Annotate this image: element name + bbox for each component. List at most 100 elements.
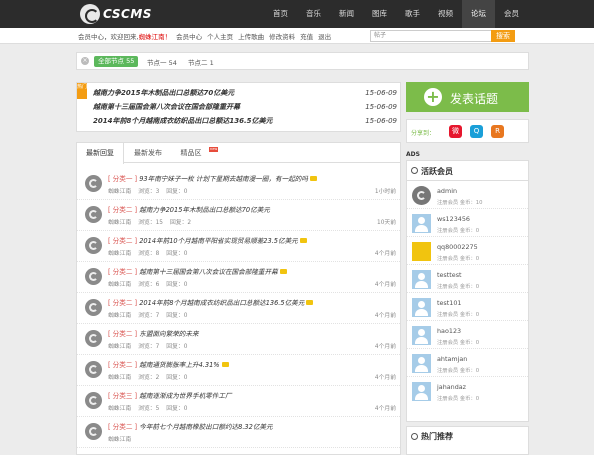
search-button[interactable]: 搜索 (491, 30, 515, 42)
member-item[interactable]: jahandaz 注册会员 金币：0 (407, 379, 528, 405)
member-name[interactable]: qq80002275 (437, 243, 478, 251)
avatar[interactable] (85, 423, 102, 440)
avatar[interactable] (412, 354, 431, 373)
site-logo[interactable]: CSCMS (80, 4, 152, 24)
member-name[interactable]: jahandaz (437, 383, 466, 391)
topic-title[interactable]: 越南逐渐成为世界手机零件工厂 (139, 392, 231, 400)
tab-featured[interactable]: 精品区 (172, 143, 210, 163)
topic-author[interactable]: 蜘蛛江南 (108, 437, 131, 443)
topic-category[interactable]: [ 分类二 ] (108, 299, 137, 307)
avatar[interactable] (85, 392, 102, 409)
avatar[interactable] (412, 214, 431, 233)
topic-author[interactable]: 蜘蛛江南 (108, 406, 131, 412)
topic-row[interactable]: [ 分类二 ] 2014年前8个月越南成衣纺织品出口总额达136.5亿美元 蜘蛛… (77, 294, 400, 324)
topic-category[interactable]: [ 分类二 ] (108, 206, 137, 214)
topic-author[interactable]: 蜘蛛江南 (108, 375, 131, 381)
topic-row[interactable]: [ 分类二 ] 东盟面向繁荣的未来 蜘蛛江南 浏览：7 回复：0 4个月前 (77, 325, 400, 355)
upload-song-link[interactable]: 上传歌曲 (238, 31, 264, 41)
nav-music[interactable]: 音乐 (297, 0, 330, 28)
news-title[interactable]: 越南第十三届国会第八次会议在国会部隆重开幕 (93, 103, 240, 111)
member-name[interactable]: ws123456 (437, 215, 470, 223)
all-nodes-button[interactable]: 全部节点 55 (94, 56, 139, 67)
topic-row[interactable]: [ 分类二 ] 越南第十三届国会第八次会议在国会部隆重开幕 蜘蛛江南 浏览：6 回复… (77, 263, 400, 293)
nav-gallery[interactable]: 图库 (363, 0, 396, 28)
topic-title[interactable]: 越南通货膨胀率上升4.31% (139, 361, 219, 369)
topic-author[interactable]: 蜘蛛江南 (108, 251, 131, 257)
topic-row[interactable]: [ 分类二 ] 越南通货膨胀率上升4.31% 蜘蛛江南 浏览：2 回复：0 4个月前 (77, 356, 400, 386)
topic-row[interactable]: [ 分类二 ] 今年前七个月越南橡胶出口额约达8.32亿美元 蜘蛛江南 (77, 418, 400, 448)
topic-category[interactable]: [ 分类一 ] (108, 175, 137, 183)
tab-latest-replies[interactable]: 最新回复 (77, 143, 124, 164)
member-item[interactable]: testtest 注册会员 金币：0 (407, 267, 528, 293)
nav-singers[interactable]: 歌手 (396, 0, 429, 28)
topic-row[interactable]: [ 分类二 ] 越南力争2015年木制品出口总额达70亿美元 蜘蛛江南 浏览：15… (77, 201, 400, 231)
qzone-icon[interactable]: Q (470, 125, 483, 138)
news-title[interactable]: 2014年前8个月越南成衣纺织品出口总额达136.5亿美元 (93, 117, 273, 125)
topic-author[interactable]: 蜘蛛江南 (108, 313, 131, 319)
avatar[interactable] (85, 237, 102, 254)
avatar[interactable] (412, 298, 431, 317)
topic-category[interactable]: [ 分类二 ] (108, 237, 137, 245)
avatar[interactable] (85, 175, 102, 192)
avatar[interactable] (85, 330, 102, 347)
topic-title[interactable]: 越南力争2015年木制品出口总额达70亿美元 (139, 206, 270, 214)
topic-title[interactable]: 93年南宁妹子一枚 计划下星期去越南漫一圈，有一起的吗 (139, 175, 308, 183)
avatar[interactable] (85, 206, 102, 223)
avatar[interactable] (85, 268, 102, 285)
topic-author[interactable]: 蜘蛛江南 (108, 220, 131, 226)
topic-title[interactable]: 今年前七个月越南橡胶出口额约达8.32亿美元 (139, 423, 272, 431)
close-icon[interactable]: × (81, 57, 89, 65)
avatar[interactable] (412, 382, 431, 401)
recharge-link[interactable]: 充值 (300, 31, 313, 41)
member-name[interactable]: admin (437, 187, 457, 195)
node-one-link[interactable]: 节点一 54 (147, 57, 177, 67)
new-topic-button[interactable]: + 发表话题 (406, 82, 529, 112)
search-input[interactable]: 帖子 (370, 30, 492, 42)
nav-video[interactable]: 视频 (429, 0, 462, 28)
member-item[interactable]: ws123456 注册会员 金币：0 (407, 211, 528, 237)
member-name[interactable]: hao123 (437, 327, 461, 335)
topic-title[interactable]: 2014年前8个月越南成衣纺织品出口总额达136.5亿美元 (139, 299, 304, 307)
news-title[interactable]: 越南力争2015年木制品出口总额达70亿美元 (93, 89, 234, 97)
nav-news[interactable]: 新闻 (330, 0, 363, 28)
username-link[interactable]: 蜘蛛江南！ (139, 31, 172, 41)
topic-author[interactable]: 蜘蛛江南 (108, 344, 131, 350)
avatar[interactable] (412, 270, 431, 289)
member-item[interactable]: test101 注册会员 金币：0 (407, 295, 528, 321)
news-item[interactable]: 越南力争2015年木制品出口总额达70亿美元 15-06-09 (93, 87, 397, 100)
member-name[interactable]: testtest (437, 271, 462, 279)
news-item[interactable]: 越南第十三届国会第八次会议在国会部隆重开幕 15-06-09 (93, 101, 397, 114)
member-center-link[interactable]: 会员中心 (176, 31, 202, 41)
weibo-icon[interactable]: 微 (449, 125, 462, 138)
avatar[interactable] (85, 299, 102, 316)
node-two-link[interactable]: 节点二 1 (188, 57, 214, 67)
member-item[interactable]: hao123 注册会员 金币：0 (407, 323, 528, 349)
logout-link[interactable]: 退出 (318, 31, 331, 41)
topic-author[interactable]: 蜘蛛江南 (108, 282, 131, 288)
topic-category[interactable]: [ 分类三 ] (108, 392, 137, 400)
topic-category[interactable]: [ 分类二 ] (108, 268, 137, 276)
member-name[interactable]: test101 (437, 299, 461, 307)
member-item[interactable]: admin 注册会员 金币：10 (407, 183, 528, 209)
member-name[interactable]: ahtamjan (437, 355, 467, 363)
tab-latest-posts[interactable]: 最新发布 (127, 143, 169, 163)
nav-forum[interactable]: 论坛 (462, 0, 495, 28)
topic-row[interactable]: [ 分类一 ] 93年南宁妹子一枚 计划下星期去越南漫一圈，有一起的吗 蜘蛛江南… (77, 170, 400, 200)
news-item[interactable]: 2014年前8个月越南成衣纺织品出口总额达136.5亿美元 15-06-09 (93, 115, 397, 128)
topic-title[interactable]: 东盟面向繁荣的未来 (139, 330, 198, 338)
topic-title[interactable]: 2014年前10个月越南平阳省实现贸易顺差23.5亿美元 (139, 237, 298, 245)
avatar[interactable] (412, 242, 431, 261)
edit-profile-link[interactable]: 修改资料 (269, 31, 295, 41)
nav-members[interactable]: 会员 (495, 0, 528, 28)
nav-home[interactable]: 首页 (264, 0, 297, 28)
member-item[interactable]: ahtamjan 注册会员 金币：0 (407, 351, 528, 377)
topic-category[interactable]: [ 分类二 ] (108, 361, 137, 369)
topic-category[interactable]: [ 分类二 ] (108, 423, 137, 431)
topic-author[interactable]: 蜘蛛江南 (108, 189, 131, 195)
rss-icon[interactable]: R (491, 125, 504, 138)
avatar[interactable] (412, 326, 431, 345)
avatar[interactable] (412, 186, 431, 205)
topic-row[interactable]: [ 分类三 ] 越南逐渐成为世界手机零件工厂 蜘蛛江南 浏览：5 回复：0 4个月前 (77, 387, 400, 417)
topic-row[interactable]: [ 分类二 ] 2014年前10个月越南平阳省实现贸易顺差23.5亿美元 蜘蛛江… (77, 232, 400, 262)
topic-category[interactable]: [ 分类二 ] (108, 330, 137, 338)
